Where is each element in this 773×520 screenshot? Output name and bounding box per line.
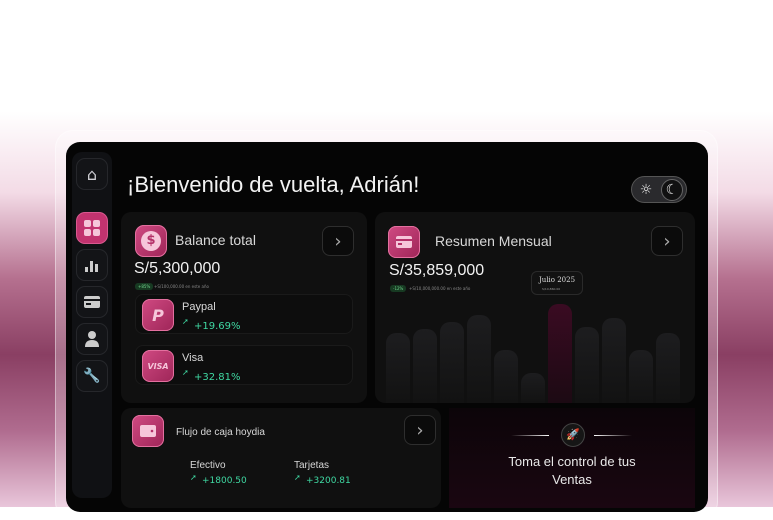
wrench-icon: 🔧 (83, 368, 101, 384)
monthly-bar-chart (375, 212, 695, 403)
rocket-icon: 🚀 (561, 423, 585, 447)
arrow-up-right-icon: ➚ (190, 473, 197, 482)
cash-label: Efectivo (190, 460, 226, 471)
dollar-icon: $ (135, 225, 167, 257)
chart-bar[interactable] (629, 350, 653, 403)
theme-toggle[interactable]: ☼ ☾ (631, 176, 687, 203)
bar-chart-icon (85, 261, 98, 272)
chart-bar[interactable] (521, 373, 545, 403)
cashflow-open-button[interactable]: › (404, 415, 436, 445)
balance-badge: +85% (135, 283, 154, 290)
chevron-right-icon: › (416, 419, 424, 441)
balance-title: Balance total (175, 232, 256, 248)
cards-button[interactable] (76, 286, 108, 318)
grid-icon (84, 220, 100, 236)
reports-button[interactable] (76, 249, 108, 281)
promo-card: 🚀 Toma el control de tus Ventas (449, 408, 695, 508)
cashflow-card: Flujo de caja hoydia › Efectivo ➚ +1800.… (121, 408, 441, 508)
balance-note: +S/100,000.00 en este año (154, 284, 209, 289)
account-visa[interactable]: VISA Visa ➚ +32.81% (135, 345, 353, 385)
chart-bar[interactable] (575, 327, 599, 403)
page-title: ¡Bienvenido de vuelta, Adrián! (127, 172, 420, 197)
cash-value: +1800.50 (202, 476, 247, 486)
monthly-card: Resumen Mensual › S/35,859,000 -12% +S/1… (375, 212, 695, 403)
arrow-up-right-icon: ➚ (182, 317, 189, 326)
arrow-up-right-icon: ➚ (294, 473, 301, 482)
chevron-right-icon: › (334, 230, 342, 252)
balance-open-button[interactable]: › (322, 226, 354, 256)
visa-icon: VISA (142, 350, 174, 382)
cards-label: Tarjetas (294, 460, 330, 471)
tooltip-value: S/10,860.00 (542, 287, 561, 291)
chart-bar[interactable] (467, 315, 491, 403)
user-icon (85, 331, 99, 347)
tooltip-title: Julio 2025 (539, 276, 576, 284)
home-icon: ⌂ (86, 164, 98, 184)
wallet-icon (132, 415, 164, 447)
account-change: +19.69% (194, 321, 241, 332)
chart-bar[interactable] (548, 304, 572, 403)
settings-button[interactable]: 🔧 (76, 360, 108, 392)
account-name: Paypal (182, 301, 216, 313)
account-paypal[interactable]: P Paypal ➚ +19.69% (135, 294, 353, 334)
sun-icon: ☼ (639, 182, 653, 198)
chart-bar[interactable] (440, 322, 464, 403)
card-icon (84, 296, 100, 308)
dashboard-button[interactable] (76, 212, 108, 244)
cards-value: +3200.81 (306, 476, 351, 486)
balance-card: $ Balance total › S/5,300,000 +85% +S/10… (121, 212, 367, 403)
moon-icon: ☾ (661, 179, 683, 201)
line-right (594, 435, 632, 436)
line-left (511, 435, 549, 436)
chart-bar[interactable] (602, 318, 626, 403)
sidebar: ⌂ 🔧 (72, 152, 112, 498)
paypal-icon: P (142, 299, 174, 331)
promo-line-2: Ventas (552, 472, 592, 487)
account-name: Visa (182, 352, 204, 364)
cashflow-title: Flujo de caja hoydia (176, 427, 265, 438)
balance-amount: S/5,300,000 (134, 260, 221, 277)
account-change: +32.81% (194, 372, 241, 383)
chart-bar[interactable] (386, 333, 410, 403)
profile-button[interactable] (76, 323, 108, 355)
home-button[interactable]: ⌂ (76, 158, 108, 190)
arrow-up-right-icon: ➚ (182, 368, 189, 377)
promo-line-1: Toma el control de tus (508, 454, 636, 469)
chart-bar[interactable] (494, 350, 518, 403)
chart-bar[interactable] (413, 329, 437, 403)
chart-bar[interactable] (656, 333, 680, 403)
chart-tooltip: Julio 2025 S/10,860.00 (531, 271, 583, 295)
